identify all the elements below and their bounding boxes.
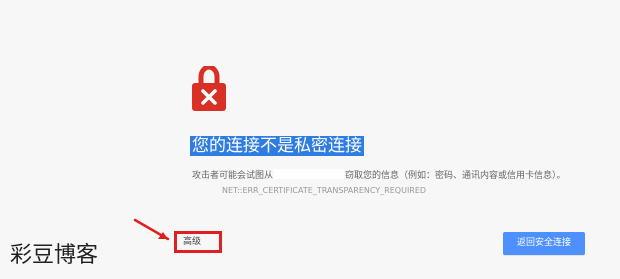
masked-domain	[274, 169, 345, 179]
warning-description: 攻击者可能会试图从 窃取您的信息（例如：密码、通讯内容或信用卡信息）。	[192, 169, 582, 183]
warning-description-prefix: 攻击者可能会试图从	[192, 171, 274, 181]
back-to-safety-button[interactable]: 返回安全连接	[503, 232, 585, 255]
page-title: 您的连接不是私密连接	[190, 136, 364, 156]
error-code: NET::ERR_CERTIFICATE_TRANSPARENCY_REQUIR…	[222, 186, 427, 195]
warning-description-suffix: 窃取您的信息（例如：密码、通讯内容或信用卡信息）。	[345, 171, 566, 181]
lock-icon	[192, 66, 226, 111]
security-warning-page: 您的连接不是私密连接 攻击者可能会试图从 窃取您的信息（例如：密码、通讯内容或信用…	[0, 0, 620, 279]
watermark: 彩豆博客	[10, 243, 99, 268]
advanced-button[interactable]: 高级	[183, 234, 201, 250]
arrow-annotation-icon	[133, 218, 170, 241]
